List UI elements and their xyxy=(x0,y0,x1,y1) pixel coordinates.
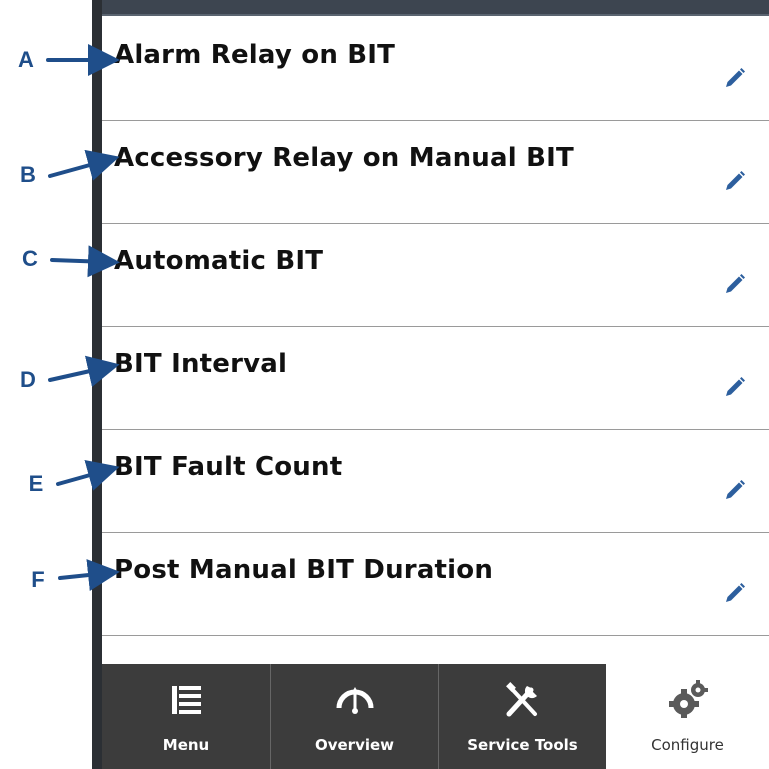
list-scroll-remainder xyxy=(102,636,769,664)
tab-configure[interactable]: Configure xyxy=(606,664,769,769)
list-item-label: BIT Fault Count xyxy=(114,452,343,482)
tab-label: Configure xyxy=(651,736,724,754)
callout-c: C xyxy=(22,246,38,271)
list-item-label: Automatic BIT xyxy=(114,246,324,276)
callout-e: E xyxy=(28,471,44,496)
list-item-automatic-bit[interactable]: Automatic BIT xyxy=(102,224,769,327)
tab-menu[interactable]: Menu xyxy=(102,664,270,769)
device-top-bezel xyxy=(92,0,769,16)
pencil-icon[interactable] xyxy=(723,375,747,399)
pencil-icon[interactable] xyxy=(723,169,747,193)
list-item-bit-interval[interactable]: BIT Interval xyxy=(102,327,769,430)
tab-label: Overview xyxy=(314,736,395,754)
list-item-accessory-relay-on-manual-bit[interactable]: Accessory Relay on Manual BIT xyxy=(102,121,769,224)
settings-list: Alarm Relay on BIT Accessory Relay on Ma… xyxy=(102,18,769,664)
pencil-icon[interactable] xyxy=(723,478,747,502)
pencil-icon[interactable] xyxy=(723,66,747,90)
callout-b: B xyxy=(20,162,36,187)
tab-overview[interactable]: Overview xyxy=(270,664,438,769)
list-item-label: Accessory Relay on Manual BIT xyxy=(114,143,574,173)
pencil-icon[interactable] xyxy=(723,581,747,605)
callout-a: A xyxy=(18,47,34,72)
list-item-post-manual-bit-duration[interactable]: Post Manual BIT Duration xyxy=(102,533,769,636)
gauge-icon xyxy=(336,687,373,714)
device-left-bezel xyxy=(92,0,102,769)
list-item-label: BIT Interval xyxy=(114,349,288,379)
list-icon xyxy=(172,686,201,714)
tools-icon xyxy=(505,682,537,717)
gears-icon xyxy=(668,680,708,718)
callout-f: F xyxy=(31,567,45,592)
callout-d: D xyxy=(20,367,36,392)
list-item-label: Post Manual BIT Duration xyxy=(114,555,494,585)
tab-service-tools[interactable]: Service Tools xyxy=(438,664,606,769)
bottom-navigation: Menu Overview Service Tools Configure xyxy=(102,664,769,769)
pencil-icon[interactable] xyxy=(723,272,747,296)
tab-label: Menu xyxy=(162,736,210,754)
list-item-label: Alarm Relay on BIT xyxy=(114,40,396,70)
list-item-alarm-relay-on-bit[interactable]: Alarm Relay on BIT xyxy=(102,18,769,121)
tab-label: Service Tools xyxy=(467,736,578,754)
list-item-bit-fault-count[interactable]: BIT Fault Count xyxy=(102,430,769,533)
